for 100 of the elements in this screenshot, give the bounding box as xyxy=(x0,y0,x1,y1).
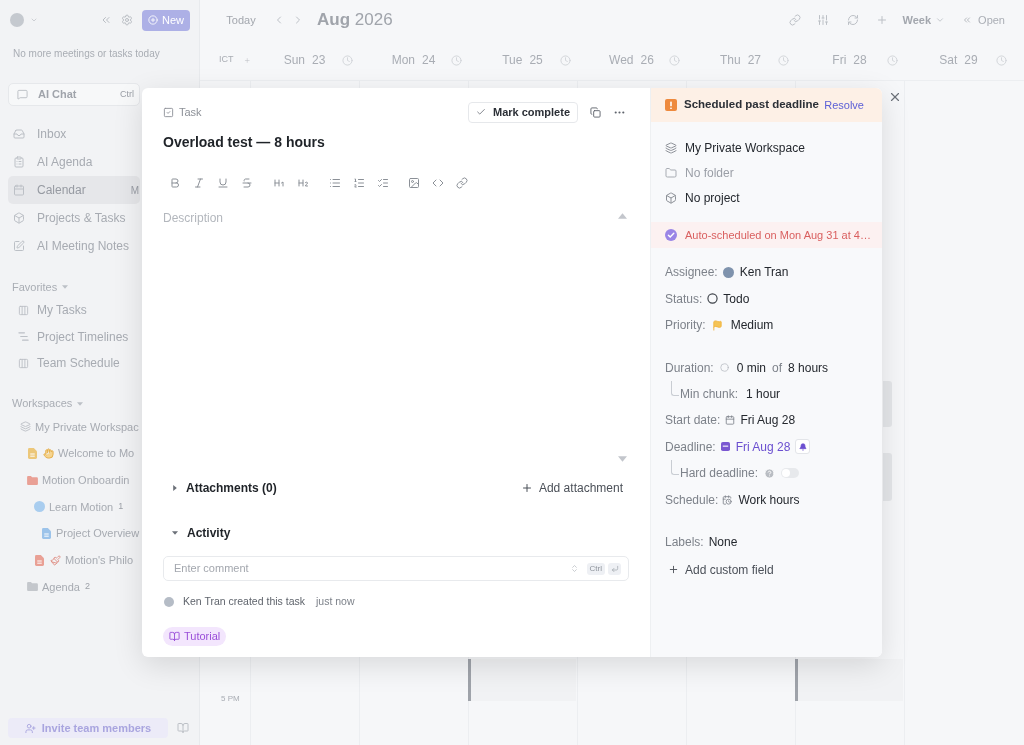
schedule-value[interactable]: Work hours xyxy=(738,492,800,507)
toggle-knob xyxy=(782,469,791,478)
tree-item[interactable]: Motion's Philo xyxy=(0,546,140,574)
checklist-icon xyxy=(377,177,389,189)
tree-item[interactable]: Learn Motion 1 xyxy=(0,493,140,521)
clock-icon[interactable] xyxy=(887,54,898,66)
labels-value[interactable]: None xyxy=(708,532,738,551)
connector-line xyxy=(671,380,679,396)
book-icon[interactable] xyxy=(177,722,189,734)
copy-icon[interactable] xyxy=(590,106,601,118)
link-icon xyxy=(456,177,468,189)
add-custom-field-button[interactable]: Add custom field xyxy=(668,560,774,579)
heading-one-icon xyxy=(273,177,285,189)
sidebar-item[interactable]: Calendar M xyxy=(8,176,140,204)
heading-two-icon xyxy=(297,177,309,189)
tree-item[interactable]: My Private Workspac xyxy=(0,413,140,441)
tree-item[interactable]: Motion Onboardin xyxy=(0,466,140,494)
collapse-icon[interactable] xyxy=(100,14,112,26)
location-value[interactable]: No folder xyxy=(685,163,734,182)
sliders-icon[interactable] xyxy=(816,14,829,26)
tree-item[interactable]: Agenda 2 xyxy=(0,573,140,601)
agenda-note: No more meetings or tasks today xyxy=(13,46,160,61)
tree-item[interactable]: Welcome to Mo xyxy=(0,440,140,467)
invite-button[interactable]: Invite team members xyxy=(8,718,168,738)
clock-icon[interactable] xyxy=(451,54,462,66)
add-timezone-icon[interactable] xyxy=(243,55,250,65)
open-button[interactable]: Open xyxy=(962,11,1005,29)
status-value[interactable]: Todo xyxy=(723,291,750,306)
clock-icon[interactable] xyxy=(342,54,353,66)
clock-icon[interactable] xyxy=(778,54,789,66)
new-button[interactable]: New xyxy=(142,9,190,31)
calendar-icon xyxy=(725,415,736,426)
clipboard-icon xyxy=(13,156,25,168)
section-header[interactable]: Favorites xyxy=(0,277,69,297)
deadline-value[interactable]: Fri Aug 28 xyxy=(735,439,791,454)
check-icon xyxy=(475,107,486,117)
sidebar-item[interactable]: My Tasks xyxy=(0,297,138,324)
columns-icon xyxy=(18,357,29,369)
ai-chat-button[interactable]: AI Chat Ctrl xyxy=(8,83,140,106)
italic-icon xyxy=(193,177,205,189)
bullet-list-icon xyxy=(329,177,341,189)
settings-icon[interactable] xyxy=(121,14,133,26)
note-icon xyxy=(13,240,25,252)
clock-icon[interactable] xyxy=(669,54,680,66)
shortcut-hint: M xyxy=(130,183,139,198)
view-dropdown[interactable]: Week xyxy=(902,11,946,29)
clock-icon[interactable] xyxy=(560,54,571,66)
sidebar-item[interactable]: AI Agenda xyxy=(8,148,140,176)
deadline-alert-button[interactable] xyxy=(795,439,811,455)
sidebar-item[interactable]: Team Schedule xyxy=(0,350,138,377)
book-icon xyxy=(169,631,180,642)
assignee-value[interactable]: Ken Tran xyxy=(739,265,789,280)
calendar-icon xyxy=(720,442,730,452)
inbox-icon xyxy=(13,128,25,140)
scroll-up-arrow-icon[interactable] xyxy=(617,213,627,219)
duration-separator: of xyxy=(772,359,783,377)
sidebar-item[interactable]: Projects & Tasks xyxy=(8,204,140,232)
start-date-value[interactable]: Fri Aug 28 xyxy=(740,413,796,428)
sidebar-item[interactable]: Inbox xyxy=(8,120,140,148)
item-count: 1 xyxy=(118,500,124,514)
comment-field[interactable]: Enter comment Ctrl xyxy=(163,556,629,581)
duration-value[interactable]: 0 min xyxy=(736,360,767,375)
close-button[interactable] xyxy=(888,90,902,104)
priority-value[interactable]: Medium xyxy=(730,318,774,333)
section-header[interactable]: Workspaces xyxy=(0,393,84,414)
timeline-icon xyxy=(18,331,29,343)
sidebar-item[interactable]: Project Timelines xyxy=(0,323,138,350)
chat-icon xyxy=(17,89,28,100)
resolve-link[interactable]: Resolve xyxy=(824,96,864,114)
scroll-down-arrow-icon[interactable] xyxy=(617,456,627,462)
avatar-icon[interactable] xyxy=(10,13,24,27)
min-chunk-value[interactable]: 1 hour xyxy=(746,387,781,402)
check-circle-icon xyxy=(665,229,677,241)
tutorial-tag[interactable]: Tutorial xyxy=(163,627,227,646)
tree-item[interactable]: Project Overview xyxy=(0,520,140,547)
columns-icon xyxy=(18,304,29,316)
mark-complete-button[interactable]: Mark complete xyxy=(467,101,578,123)
caret-icon[interactable] xyxy=(30,16,38,24)
activity-toggle[interactable]: Activity xyxy=(163,524,231,542)
add-icon[interactable] xyxy=(875,14,888,26)
day-header: Fri 28 xyxy=(832,52,867,69)
duration-label: Duration: xyxy=(665,359,714,377)
layers-icon xyxy=(665,141,677,154)
location-value[interactable]: My Private Workspace xyxy=(685,138,805,157)
folder-icon xyxy=(665,166,677,179)
duration-total[interactable]: 8 hours xyxy=(788,358,829,377)
assignee-label: Assignee: xyxy=(665,264,718,282)
location-value[interactable]: No project xyxy=(685,188,740,207)
min-chunk-label: Min chunk: xyxy=(680,387,739,402)
toggle-switch[interactable] xyxy=(781,468,800,479)
link-icon[interactable] xyxy=(788,14,801,26)
attachments-toggle[interactable]: Attachments (0) xyxy=(163,479,277,497)
comment-input[interactable]: Enter comment xyxy=(174,560,570,577)
clock-icon[interactable] xyxy=(996,54,1007,66)
priority-label: Priority: xyxy=(665,317,706,335)
day-header: Thu 27 xyxy=(719,52,761,69)
refresh-icon[interactable] xyxy=(846,14,859,26)
activity-time: just now xyxy=(316,594,355,610)
add-attachment-button[interactable]: Add attachment xyxy=(520,479,623,497)
sidebar-item[interactable]: AI Meeting Notes xyxy=(8,232,140,260)
